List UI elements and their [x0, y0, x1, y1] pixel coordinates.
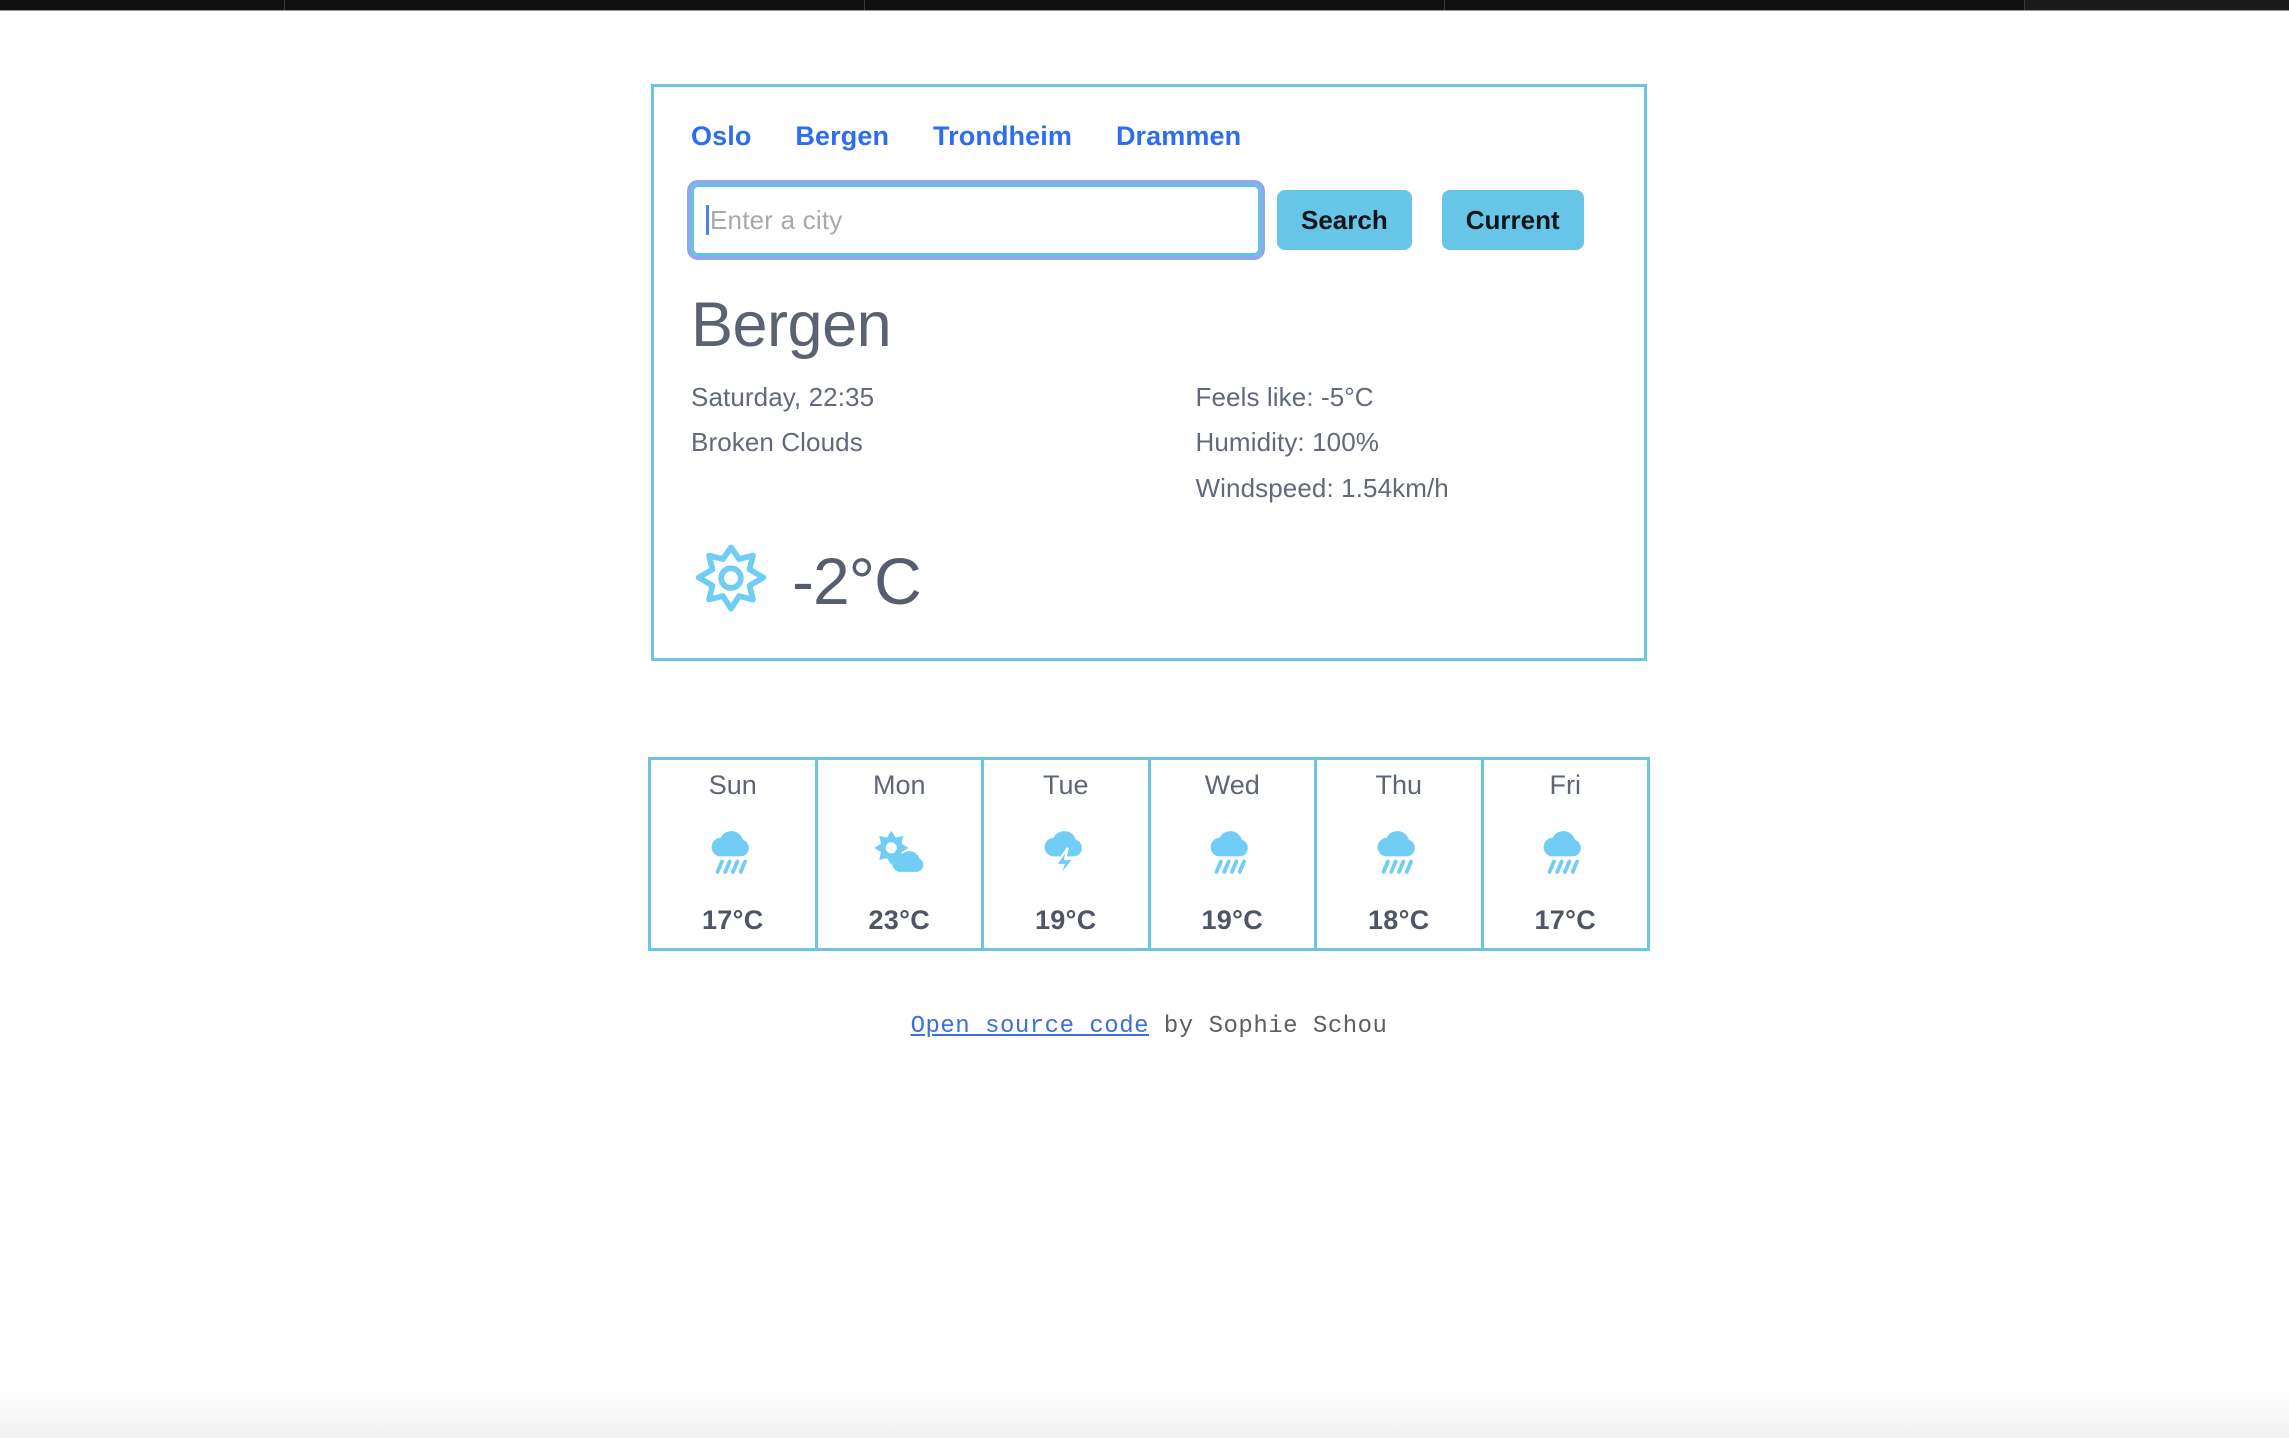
weather-card: Oslo Bergen Trondheim Drammen Search Cur…	[651, 84, 1647, 662]
browser-tab[interactable]	[865, 0, 1445, 10]
nav-link-bergen[interactable]: Bergen	[795, 123, 889, 150]
rain-cloud-icon	[711, 831, 749, 874]
forecast-grid: Sun 17°C Mon 23°C Tue 19°C Wed 19°C Thu …	[648, 757, 1650, 951]
forecast-day-temp: 17°C	[1534, 905, 1597, 935]
footer-credit: by Sophie Schou	[1149, 1013, 1388, 1040]
nav-link-trondheim[interactable]: Trondheim	[933, 123, 1072, 150]
forecast-day-temp: 18°C	[1367, 905, 1430, 935]
humidity-value: Humidity: 100%	[1195, 427, 1379, 458]
forecast-day-label: Thu	[1375, 770, 1423, 800]
current-conditions: Saturday, 22:35 Broken Clouds Feels like…	[691, 380, 1612, 516]
forecast-day-temp: 19°C	[1201, 905, 1264, 935]
browser-tab[interactable]	[285, 0, 865, 10]
page-title: Bergen	[691, 290, 892, 360]
browser-tab-strip	[0, 0, 2289, 11]
forecast-day-label: Tue	[1042, 770, 1089, 800]
city-nav: Oslo Bergen Trondheim Drammen	[686, 123, 1612, 150]
windspeed-value: Windspeed: 1.54km/h	[1195, 472, 1449, 503]
forecast-day-label: Fri	[1549, 770, 1581, 800]
forecast-day-label: Sun	[708, 770, 757, 800]
browser-bottom-bar	[0, 1382, 2289, 1438]
rain-cloud-icon	[1543, 831, 1582, 874]
forecast-day-temp: 19°C	[1034, 905, 1097, 935]
search-input-wrapper[interactable]	[687, 180, 1265, 260]
forecast-day-wed[interactable]: Wed 19°C	[1151, 760, 1317, 948]
current-temperature-row: -2°C	[694, 544, 1612, 618]
search-row: Search Current	[686, 180, 1612, 260]
current-location-button[interactable]: Current	[1441, 190, 1584, 250]
browser-tab[interactable]	[1445, 0, 2025, 10]
thunderstorm-icon	[1044, 831, 1082, 877]
rain-cloud-icon	[1210, 831, 1249, 874]
forecast-day-tue[interactable]: Tue 19°C	[984, 760, 1151, 948]
weather-app-page: Oslo Bergen Trondheim Drammen Search Cur…	[0, 11, 2289, 1382]
sun-behind-cloud-icon	[874, 830, 924, 872]
weather-main-panel: Oslo Bergen Trondheim Drammen Search Cur…	[654, 87, 1644, 658]
open-source-code-link[interactable]: Open source code	[911, 1013, 1149, 1040]
forecast-day-fri[interactable]: Fri 17°C	[1484, 760, 1650, 948]
nav-link-drammen[interactable]: Drammen	[1116, 123, 1241, 150]
browser-tab[interactable]	[0, 0, 285, 10]
forecast-day-mon[interactable]: Mon 23°C	[818, 760, 984, 948]
footer: Open source code by Sophie Schou	[651, 1013, 1647, 1040]
forecast-day-label: Mon	[872, 770, 926, 800]
current-datetime: Saturday, 22:35	[691, 382, 875, 413]
forecast-day-label: Wed	[1204, 770, 1260, 800]
forecast-day-sun[interactable]: Sun 17°C	[648, 760, 818, 948]
feels-like-value: Feels like: -5°C	[1195, 382, 1374, 413]
forecast-day-temp: 23°C	[868, 905, 931, 935]
sun-icon	[695, 544, 767, 612]
current-conditions-left: Saturday, 22:35 Broken Clouds	[691, 380, 1152, 516]
current-conditions-right: Feels like: -5°C Humidity: 100% Windspee…	[1152, 380, 1613, 516]
search-button[interactable]: Search	[1277, 190, 1412, 250]
search-input[interactable]	[710, 204, 1246, 236]
browser-tab[interactable]	[2025, 0, 2289, 10]
forecast-day-thu[interactable]: Thu 18°C	[1317, 760, 1484, 948]
forecast-day-temp: 17°C	[701, 905, 764, 935]
rain-cloud-icon	[1377, 831, 1415, 874]
text-caret	[706, 205, 709, 235]
current-temperature: -2°C	[792, 544, 922, 619]
current-description: Broken Clouds	[691, 427, 863, 458]
nav-link-oslo[interactable]: Oslo	[691, 123, 751, 150]
